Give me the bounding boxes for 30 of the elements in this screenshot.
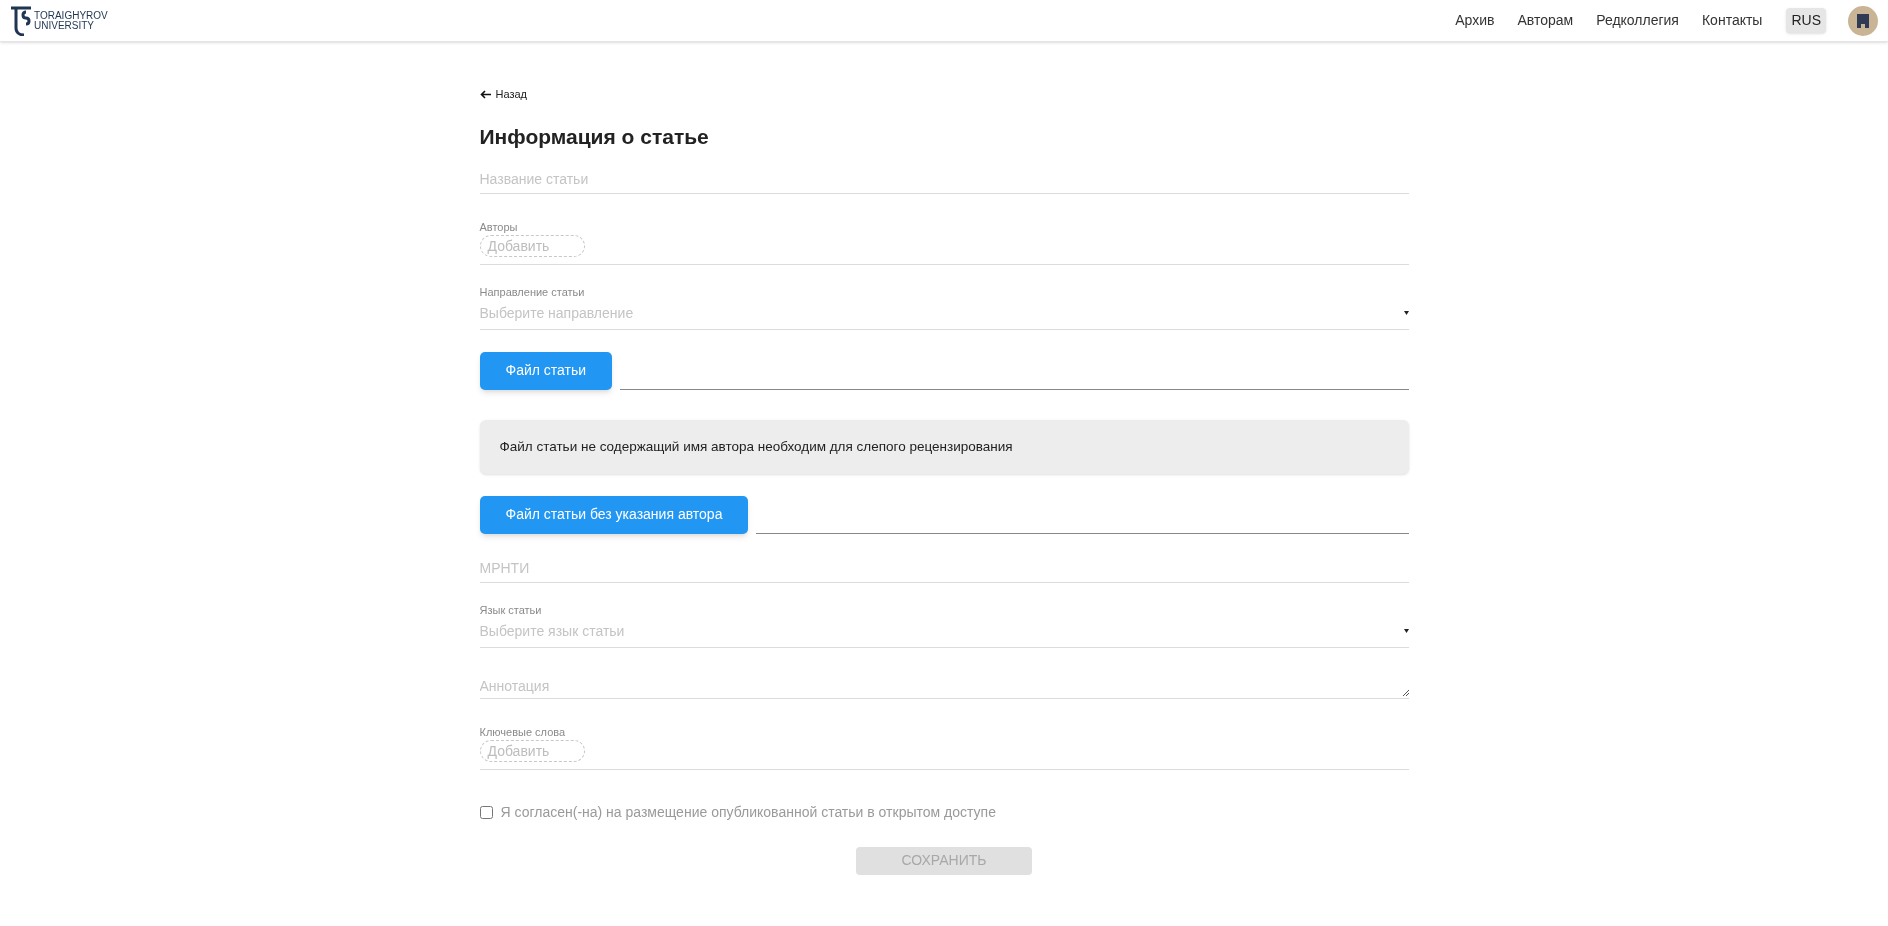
file-upload-button[interactable]: Файл статьи [479, 351, 613, 390]
select-field[interactable]: Выберите язык статьи [479, 620, 1409, 648]
user-silhouette-icon [1857, 13, 1869, 28]
file-upload-button[interactable]: Файл статьи без указания автора [479, 495, 749, 534]
nav-link[interactable]: Авторам [1517, 10, 1574, 31]
logo-icon [10, 5, 32, 36]
info-note: Файл статьи не содержащий имя автора необходим для слепого рецензирования [479, 419, 1409, 474]
text-area[interactable]: Аннотация [479, 675, 1402, 696]
checkbox-label: Я согласен(-на) на размещение опубликованной статьи в открытом доступе [500, 802, 996, 822]
field-label: Ключевые слова [479, 724, 567, 739]
text-field[interactable]: МРНТИ [479, 558, 1409, 578]
select-field[interactable]: Выберите направление [479, 302, 1409, 330]
resize-handle-icon[interactable] [1401, 688, 1409, 696]
field-label: Авторы [479, 219, 519, 234]
nav-link[interactable]: Контакты [1701, 10, 1763, 31]
caret-icon [1403, 628, 1409, 633]
logo-text: UNIVERSITY [34, 20, 95, 31]
field-label: Язык статьи [479, 602, 543, 617]
user-avatar[interactable] [1848, 5, 1878, 36]
consent-checkbox[interactable] [479, 805, 493, 819]
language-button[interactable]: RUS [1786, 8, 1826, 33]
back-link[interactable]: Назад [479, 86, 1409, 103]
caret-icon [1403, 310, 1409, 315]
text-field[interactable]: Название статьи [479, 169, 1409, 189]
logo-text: TORAIGHYROV [34, 10, 108, 21]
nav-link[interactable]: Редколлегия [1596, 10, 1679, 31]
back-arrow-icon [479, 89, 491, 99]
field-label: Направление статьи [479, 284, 586, 299]
page-title: Информация о статье [479, 123, 710, 150]
nav-link[interactable]: Архив [1455, 10, 1495, 31]
